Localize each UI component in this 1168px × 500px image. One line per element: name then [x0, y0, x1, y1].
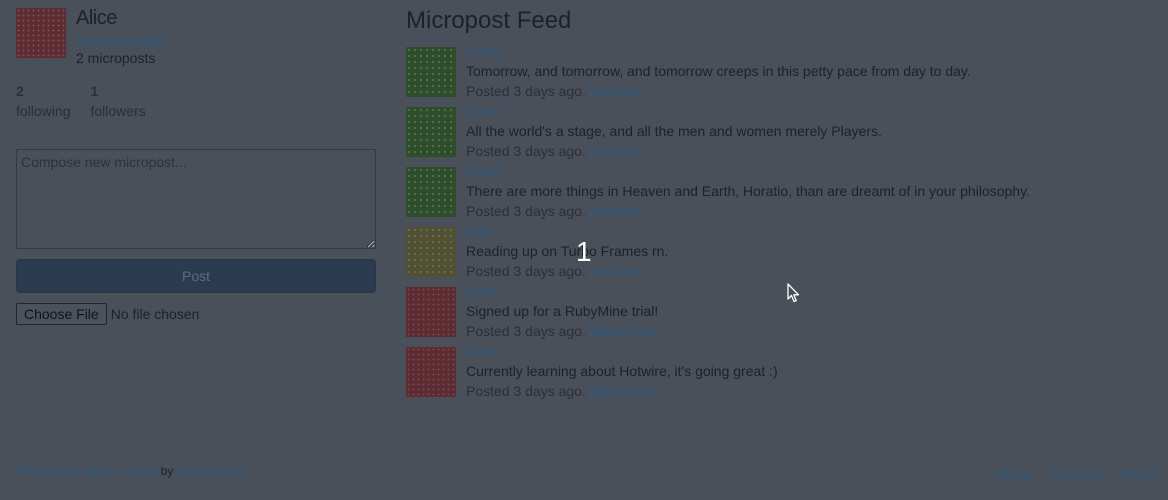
- mouse-cursor-icon: [787, 283, 800, 303]
- following-count: 2: [16, 83, 24, 99]
- micropost-timestamp-row: Posted 3 days ago. unfollow: [466, 261, 668, 281]
- micropost-avatar[interactable]: [406, 287, 456, 337]
- micropost-item: Alice Signed up for a RubyMine trial! Po…: [406, 283, 1146, 347]
- user-text: Alice view my profile 2 microposts: [76, 8, 169, 67]
- following-stat[interactable]: 2 following: [16, 81, 70, 121]
- micropost-content: Reading up on Turbo Frames rn.: [466, 243, 669, 259]
- micropost-content: Tomorrow, and tomorrow, and tomorrow cre…: [466, 63, 971, 79]
- delete-link[interactable]: delete: [590, 383, 628, 399]
- micropost-user-link[interactable]: Carol: [466, 161, 1030, 181]
- micropost-avatar[interactable]: [406, 107, 456, 157]
- tutorial-link[interactable]: The Ruby on Rails Tutorial: [16, 464, 157, 478]
- user-name: Alice: [76, 7, 117, 29]
- micropost-item: Carol Tomorrow, and tomorrow, and tomorr…: [406, 43, 1146, 107]
- micropost-timestamp: Posted 3 days ago.: [466, 263, 586, 279]
- micropost-timestamp: Posted 3 days ago.: [466, 143, 586, 159]
- micropost-item: Bob Reading up on Turbo Frames rn. Poste…: [406, 223, 1146, 287]
- edit-link[interactable]: edit: [632, 323, 655, 339]
- micropost-avatar[interactable]: [406, 227, 456, 277]
- view-profile-link[interactable]: view my profile: [76, 33, 169, 49]
- micropost-content: Signed up for a RubyMine trial!: [466, 303, 659, 319]
- footer-nav: About Contact News: [973, 466, 1156, 482]
- unfollow-link[interactable]: unfollow: [590, 263, 641, 279]
- delete-link[interactable]: delete: [590, 323, 628, 339]
- footer-credits: The Ruby on Rails Tutorial by Michael Ha…: [16, 464, 247, 478]
- micropost-item: Carol All the world's a stage, and all t…: [406, 103, 1146, 167]
- unfollow-link[interactable]: unfollow: [590, 83, 641, 99]
- footer-contact-link[interactable]: Contact: [1052, 466, 1100, 482]
- post-button[interactable]: Post: [16, 259, 376, 293]
- micropost-user-link[interactable]: Alice: [466, 341, 778, 361]
- micropost-avatar[interactable]: [406, 347, 456, 397]
- follow-stats: 2 following 1 followers: [16, 81, 376, 121]
- micropost-user-link[interactable]: Carol: [466, 101, 882, 121]
- choose-file-button[interactable]: Choose File: [16, 303, 107, 325]
- file-status: No file chosen: [110, 306, 200, 322]
- footer-about-link[interactable]: About: [994, 466, 1031, 482]
- compose-micropost-input[interactable]: [16, 149, 376, 249]
- footer-news-link[interactable]: News: [1121, 466, 1156, 482]
- micropost-avatar[interactable]: [406, 47, 456, 97]
- micropost-timestamp-row: Posted 3 days ago. unfollow: [466, 81, 971, 101]
- micropost-item: Carol There are more things in Heaven an…: [406, 163, 1146, 227]
- edit-link[interactable]: edit: [632, 383, 655, 399]
- file-upload: Choose File No file chosen: [16, 303, 376, 325]
- micropost-timestamp: Posted 3 days ago.: [466, 383, 586, 399]
- unfollow-link[interactable]: unfollow: [590, 143, 641, 159]
- followers-stat[interactable]: 1 followers: [90, 81, 145, 121]
- micropost-avatar[interactable]: [406, 167, 456, 217]
- micropost-content: There are more things in Heaven and Eart…: [466, 183, 1030, 199]
- micropost-item: Alice Currently learning about Hotwire, …: [406, 343, 1146, 407]
- following-label: following: [16, 103, 71, 119]
- followers-count: 1: [90, 83, 99, 99]
- micropost-content: Currently learning about Hotwire, it's g…: [466, 363, 778, 379]
- micropost-content: All the world's a stage, and all the men…: [466, 123, 882, 139]
- micropost-timestamp-row: Posted 3 days ago. delete edit: [466, 321, 658, 341]
- micropost-timestamp-row: Posted 3 days ago. unfollow: [466, 201, 1030, 221]
- micropost-user-link[interactable]: Bob: [466, 221, 668, 241]
- micropost-user-link[interactable]: Carol: [466, 41, 971, 61]
- micropost-timestamp-row: Posted 3 days ago. delete edit: [466, 381, 778, 401]
- micropost-timestamp-row: Posted 3 days ago. unfollow: [466, 141, 882, 161]
- feed-title: Micropost Feed: [406, 7, 572, 34]
- unfollow-link[interactable]: unfollow: [590, 203, 641, 219]
- user-info: Alice view my profile 2 microposts: [16, 8, 376, 67]
- by-text: by: [160, 464, 174, 478]
- micropost-user-link[interactable]: Alice: [466, 281, 658, 301]
- page-number-overlay: 1: [576, 236, 592, 267]
- micropost-feed: Micropost Feed Carol Tomorrow, and tomor…: [406, 8, 1146, 407]
- author-link[interactable]: Michael Hartl: [177, 464, 247, 478]
- user-avatar[interactable]: [16, 8, 66, 58]
- microposts-count: 2 microposts: [76, 50, 156, 66]
- user-sidebar: Alice view my profile 2 microposts 2 fol…: [16, 8, 376, 325]
- micropost-timestamp: Posted 3 days ago.: [466, 323, 586, 339]
- feed-list: Carol Tomorrow, and tomorrow, and tomorr…: [406, 43, 1146, 407]
- micropost-timestamp: Posted 3 days ago.: [466, 83, 586, 99]
- followers-label: followers: [90, 103, 146, 119]
- micropost-timestamp: Posted 3 days ago.: [466, 203, 586, 219]
